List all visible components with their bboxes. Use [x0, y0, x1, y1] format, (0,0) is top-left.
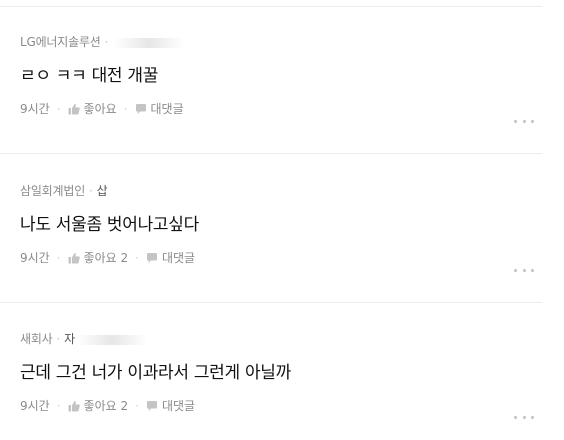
thumbs-up-icon: [68, 103, 80, 115]
comment-actions: 9시간 · 좋아요 2 · 대댓글: [20, 249, 544, 267]
company-name: 새회사: [20, 332, 53, 346]
separator-dot: ·: [135, 399, 139, 413]
author-nickname: 자: [64, 332, 75, 346]
comment-actions: 9시간 · 좋아요 2 · 대댓글: [20, 397, 544, 415]
reply-label: 대댓글: [161, 399, 196, 413]
divider: [0, 302, 542, 303]
separator-dot: ·: [104, 35, 109, 49]
redacted-nickname: [114, 37, 185, 48]
comment-text: 나도 서울좀 벗어나고싶다: [20, 215, 199, 235]
more-options-icon[interactable]: [514, 118, 534, 124]
company-name: LG에너지솔루션: [20, 35, 101, 49]
reply-button[interactable]: 대댓글: [135, 100, 184, 118]
comment-item[interactable]: LG에너지솔루션 · ㄹㅇ ㅋㅋ 대전 개꿀 9시간 · 좋아요 · 대댓글: [20, 34, 544, 118]
comment-meta: 삼일회계법인 · 삽: [20, 183, 544, 199]
more-options-icon[interactable]: [514, 267, 534, 273]
separator-dot: ·: [123, 102, 128, 116]
comment-meta: 새회사 · 자: [20, 331, 544, 347]
like-label: 좋아요 2: [83, 251, 129, 265]
divider: [0, 153, 542, 154]
speech-bubble-icon: [146, 253, 157, 263]
author-nickname: 삽: [96, 184, 108, 198]
separator-dot: ·: [135, 251, 139, 265]
reply-label: 대댓글: [150, 102, 184, 116]
comment-text: 근데 그건 너가 이과라서 그런게 아닐까: [20, 363, 291, 383]
comment-time: 9시간: [20, 102, 50, 116]
like-button[interactable]: 좋아요 2: [68, 249, 129, 267]
comment-feed: LG에너지솔루션 · ㄹㅇ ㅋㅋ 대전 개꿀 9시간 · 좋아요 · 대댓글 삼…: [0, 0, 564, 440]
comment-meta: LG에너지솔루션 ·: [20, 34, 544, 50]
company-name: 삼일회계법인: [20, 184, 86, 198]
comment-actions: 9시간 · 좋아요 · 대댓글: [20, 100, 544, 118]
redacted-nickname: [77, 334, 147, 345]
comment-time: 9시간: [20, 399, 50, 413]
separator-dot: ·: [56, 251, 61, 265]
separator-dot: ·: [56, 399, 61, 413]
speech-bubble-icon: [146, 401, 157, 411]
reply-button[interactable]: 대댓글: [146, 249, 195, 267]
like-label: 좋아요: [83, 102, 117, 116]
reply-button[interactable]: 대댓글: [146, 397, 195, 415]
divider: [0, 6, 542, 7]
comment-item[interactable]: 삼일회계법인 · 삽 나도 서울좀 벗어나고싶다 9시간 · 좋아요 2 · 대댓글: [20, 183, 544, 267]
separator-dot: ·: [56, 332, 61, 346]
comment-item[interactable]: 새회사 · 자 근데 그건 너가 이과라서 그런게 아닐까 9시간 · 좋아요 2 …: [20, 331, 544, 415]
more-options-icon[interactable]: [514, 414, 534, 420]
thumbs-up-icon: [68, 252, 80, 264]
comment-text: ㄹㅇ ㅋㅋ 대전 개꿀: [20, 66, 159, 86]
separator-dot: ·: [56, 102, 61, 116]
reply-label: 대댓글: [161, 251, 196, 265]
thumbs-up-icon: [68, 400, 80, 412]
like-button[interactable]: 좋아요 2: [68, 397, 129, 415]
like-button[interactable]: 좋아요: [68, 100, 117, 118]
speech-bubble-icon: [135, 104, 146, 114]
like-label: 좋아요 2: [83, 399, 129, 413]
separator-dot: ·: [89, 184, 93, 198]
comment-time: 9시간: [20, 251, 50, 265]
